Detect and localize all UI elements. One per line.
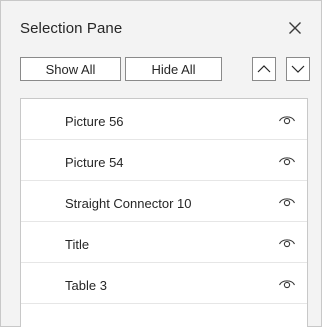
eye-icon[interactable]	[278, 194, 296, 208]
chevron-up-icon	[257, 65, 271, 73]
item-label: Table 3	[65, 278, 107, 293]
eye-icon[interactable]	[278, 153, 296, 167]
hide-all-button[interactable]: Hide All	[125, 57, 222, 81]
list-item[interactable]: Title	[21, 222, 307, 263]
list-item[interactable]: Table 3	[21, 263, 307, 304]
send-backward-button[interactable]	[286, 57, 310, 81]
item-label: Straight Connector 10	[65, 196, 192, 211]
item-label: Picture 56	[65, 114, 124, 129]
list-item[interactable]: Straight Connector 10	[21, 181, 307, 222]
item-label: Picture 54	[65, 155, 124, 170]
eye-icon[interactable]	[278, 112, 296, 126]
selection-list: Picture 56 Picture 54 Straight Connector…	[20, 98, 308, 327]
show-all-button[interactable]: Show All	[20, 57, 121, 81]
bring-forward-button[interactable]	[252, 57, 276, 81]
eye-icon[interactable]	[278, 276, 296, 290]
close-icon	[288, 21, 302, 35]
selection-pane: Selection Pane Show All Hide All Picture…	[0, 0, 322, 327]
eye-icon[interactable]	[278, 235, 296, 249]
close-button[interactable]	[282, 15, 308, 41]
list-item[interactable]: Picture 56	[21, 99, 307, 140]
item-label: Title	[65, 237, 90, 252]
pane-title: Selection Pane	[20, 20, 123, 37]
list-item[interactable]: Picture 54	[21, 140, 307, 181]
chevron-down-icon	[291, 65, 305, 73]
